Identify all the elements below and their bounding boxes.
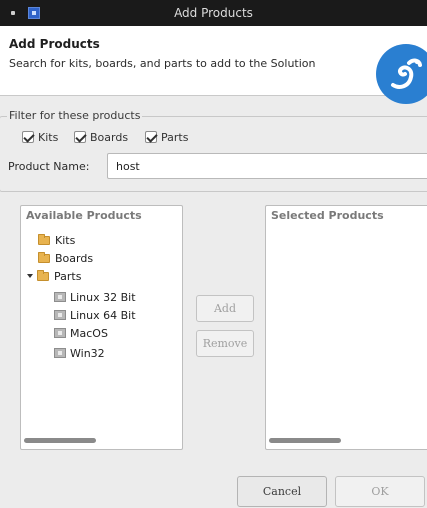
ok-button[interactable]: OK	[335, 476, 425, 507]
dialog-title: Add Products	[9, 37, 100, 51]
filter-legend: Filter for these products	[7, 109, 143, 122]
tree-item-linux-32-bit[interactable]: Linux 32 Bit	[54, 290, 136, 304]
chevron-down-icon[interactable]	[27, 274, 33, 278]
lizard-logo-icon	[376, 44, 427, 104]
horizontal-scrollbar[interactable]	[24, 438, 96, 443]
tree-item-linux-64-bit[interactable]: Linux 64 Bit	[54, 308, 136, 322]
boards-checkbox[interactable]: Boards	[74, 130, 128, 144]
tree-item-kits[interactable]: Kits	[38, 233, 75, 247]
part-icon	[54, 310, 66, 320]
folder-icon	[38, 251, 50, 263]
parts-label: Parts	[161, 130, 189, 144]
dialog-header: Add Products Search for kits, boards, an…	[0, 26, 427, 104]
part-icon	[54, 328, 66, 338]
folder-icon	[38, 233, 50, 245]
tree-item-label: Win32	[70, 346, 105, 360]
available-products-title: Available Products	[26, 209, 142, 222]
dialog-subtitle: Search for kits, boards, and parts to ad…	[9, 57, 316, 70]
selected-products-list[interactable]: Selected Products	[265, 205, 427, 450]
product-name-label: Product Name:	[8, 160, 90, 173]
tree-item-macos[interactable]: MacOS	[54, 326, 108, 340]
remove-button[interactable]: Remove	[196, 330, 254, 357]
kits-label: Kits	[38, 130, 59, 144]
add-button[interactable]: Add	[196, 295, 254, 322]
checkbox-check-icon	[22, 131, 34, 143]
tree-item-label: Boards	[55, 251, 94, 265]
tree-item-boards[interactable]: Boards	[38, 251, 93, 265]
parts-checkbox[interactable]: Parts	[145, 130, 188, 144]
tree-item-label: Kits	[55, 233, 76, 247]
window-title: Add Products	[174, 6, 253, 20]
boards-label: Boards	[90, 130, 129, 144]
part-icon	[54, 292, 66, 302]
selected-products-title: Selected Products	[271, 209, 384, 222]
title-bar: Add Products	[0, 0, 427, 26]
kits-checkbox[interactable]: Kits	[22, 130, 58, 144]
tree-item-win32[interactable]: Win32	[54, 346, 105, 360]
horizontal-scrollbar[interactable]	[269, 438, 341, 443]
tree-item-parts[interactable]: Parts	[27, 269, 81, 283]
tree-item-label: Linux 64 Bit	[70, 308, 136, 322]
checkbox-check-icon	[74, 131, 86, 143]
available-products-list[interactable]: Available Products Kits Boards Parts Lin…	[20, 205, 183, 450]
checkbox-check-icon	[145, 131, 157, 143]
tree-item-label: Parts	[54, 269, 82, 283]
cancel-button[interactable]: Cancel	[237, 476, 327, 507]
product-name-input[interactable]	[107, 153, 427, 179]
part-icon	[54, 348, 66, 358]
folder-icon	[37, 269, 49, 281]
tree-item-label: MacOS	[70, 326, 108, 340]
tree-item-label: Linux 32 Bit	[70, 290, 136, 304]
